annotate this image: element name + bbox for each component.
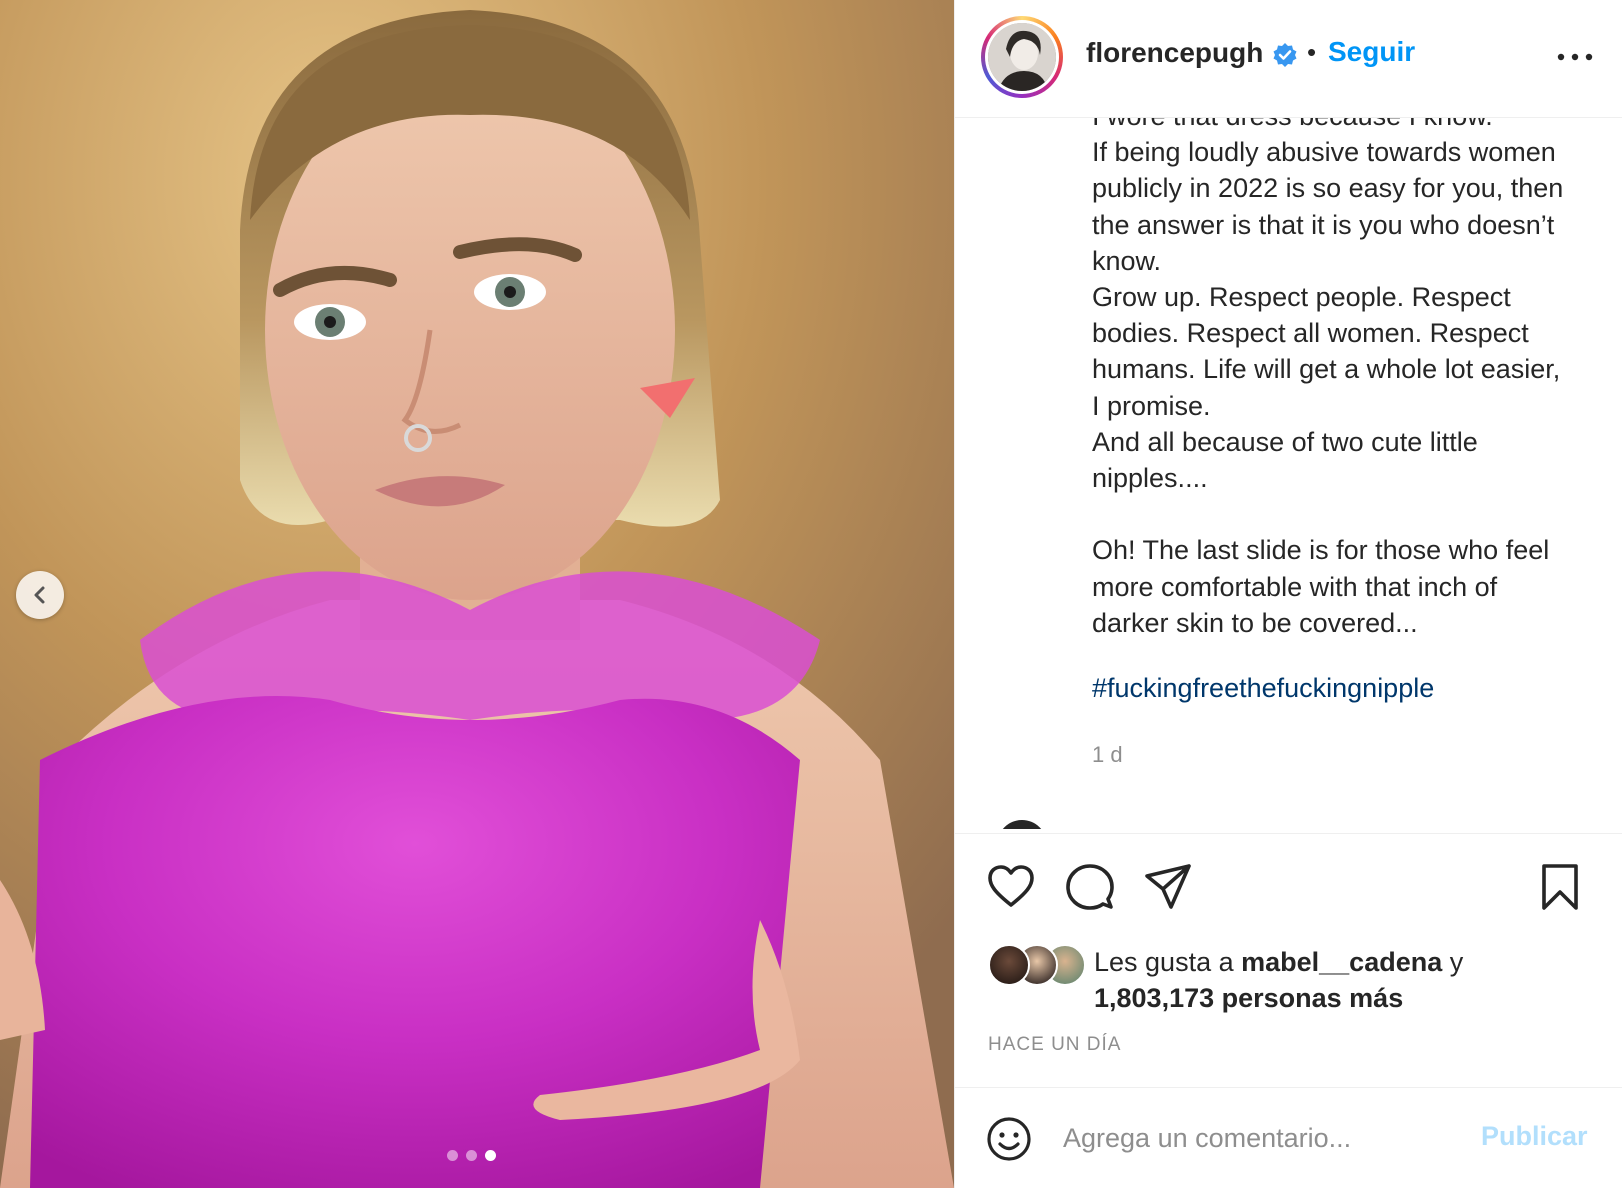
carousel-dot bbox=[466, 1150, 477, 1161]
post-header: florencepugh • Seguir bbox=[955, 0, 1622, 118]
post-timestamp[interactable]: HACE UN DÍA bbox=[988, 1034, 1121, 1056]
comment-composer: Publicar bbox=[955, 1087, 1622, 1188]
action-section: Les gusta a mabel__cadena y 1,803,173 per… bbox=[955, 833, 1622, 1056]
follow-button[interactable]: Seguir bbox=[1328, 36, 1415, 68]
smiley-icon[interactable] bbox=[986, 1116, 1032, 1162]
instagram-post: florencepugh • Seguir I wore that dress … bbox=[0, 0, 1622, 1188]
portrait-image bbox=[0, 0, 954, 1188]
comment-input[interactable] bbox=[1061, 1114, 1445, 1162]
more-options-icon[interactable] bbox=[1555, 47, 1595, 67]
bookmark-icon[interactable] bbox=[1535, 862, 1585, 912]
avatar-frame bbox=[985, 20, 1059, 94]
carousel-indicator bbox=[447, 1150, 496, 1161]
avatar-photo-icon bbox=[988, 23, 1056, 91]
paper-plane-icon[interactable] bbox=[1143, 862, 1193, 912]
carousel-prev-button[interactable] bbox=[16, 571, 64, 619]
likes-text: Les gusta a mabel__cadena y 1,803,173 per… bbox=[1094, 944, 1614, 1016]
chevron-left-icon bbox=[34, 586, 45, 604]
username[interactable]: florencepugh bbox=[1086, 37, 1263, 69]
caption-timestamp[interactable]: 1 d bbox=[1092, 742, 1123, 768]
carousel-dot-active bbox=[485, 1150, 496, 1161]
liker-username[interactable]: mabel__cadena bbox=[1241, 947, 1442, 977]
liker-avatar bbox=[988, 944, 1030, 986]
liker-avatars[interactable] bbox=[988, 944, 1088, 986]
caption-area: I wore that dress because I know. If bei… bbox=[955, 118, 1622, 829]
separator-dot: • bbox=[1307, 37, 1317, 67]
comment-bubble-icon[interactable] bbox=[1065, 862, 1115, 912]
hashtag-link[interactable]: #fuckingfreethefuckingnipple bbox=[1092, 673, 1434, 704]
avatar-image bbox=[988, 23, 1056, 91]
comment-avatar[interactable] bbox=[997, 820, 1047, 829]
verified-badge-icon bbox=[1273, 43, 1297, 67]
likes-conjunction: y bbox=[1442, 947, 1464, 977]
publish-button[interactable]: Publicar bbox=[1481, 1121, 1588, 1152]
likes-count[interactable]: 1,803,173 personas más bbox=[1094, 983, 1403, 1013]
post-sidebar: florencepugh • Seguir I wore that dress … bbox=[954, 0, 1622, 1188]
carousel-dot bbox=[447, 1150, 458, 1161]
likes-prefix: Les gusta a bbox=[1094, 947, 1242, 977]
caption-text: I wore that dress because I know. If bei… bbox=[1092, 118, 1564, 638]
post-photo[interactable] bbox=[0, 0, 954, 1188]
heart-icon[interactable] bbox=[986, 862, 1036, 912]
profile-avatar[interactable] bbox=[981, 16, 1063, 98]
